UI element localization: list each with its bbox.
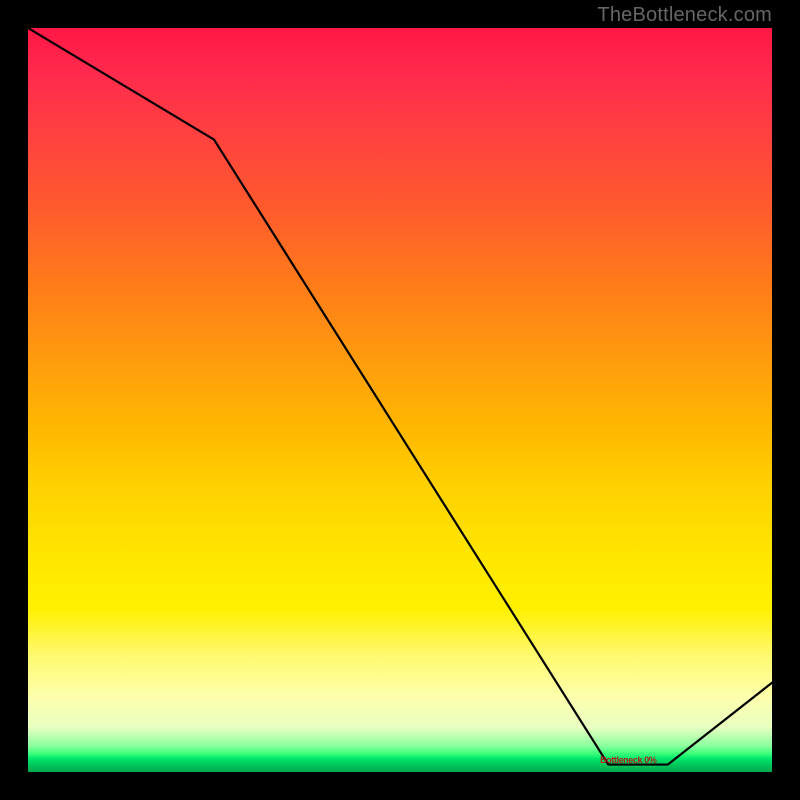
minimum-point-label: Bottleneck 0%: [600, 755, 656, 765]
plot-area: Bottleneck 0%: [28, 28, 772, 772]
line-curve: [28, 28, 772, 772]
attribution-label: TheBottleneck.com: [597, 4, 772, 27]
chart-container: TheBottleneck.com Bottleneck 0%: [0, 0, 800, 800]
